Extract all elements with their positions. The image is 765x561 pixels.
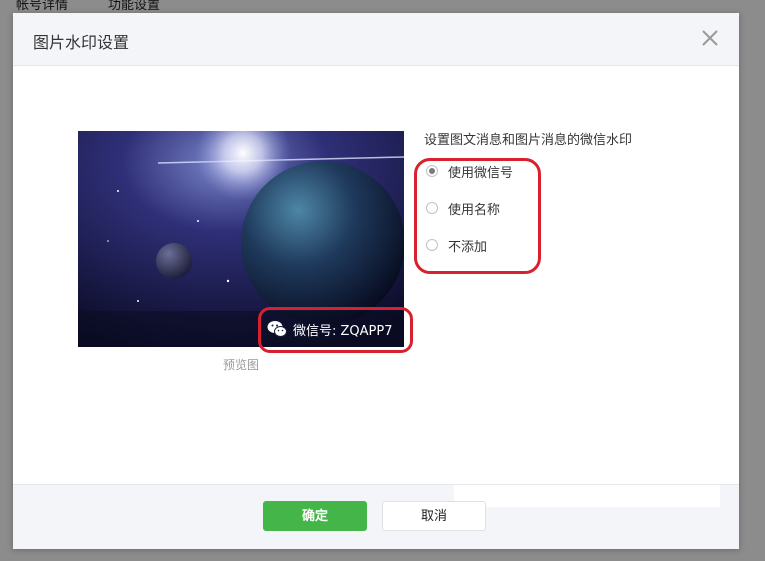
radio-label: 使用微信号 bbox=[448, 165, 514, 181]
wechat-icon bbox=[267, 320, 287, 338]
close-icon[interactable] bbox=[699, 27, 721, 49]
footer-patch bbox=[454, 485, 720, 507]
dialog-header: 图片水印设置 bbox=[13, 13, 739, 66]
radio-button[interactable] bbox=[426, 239, 438, 251]
preview-image bbox=[78, 131, 404, 347]
dialog-title: 图片水印设置 bbox=[33, 33, 130, 52]
radio-use-name[interactable]: 使用名称 bbox=[426, 198, 500, 218]
dialog-footer: 确定 取消 bbox=[13, 484, 739, 549]
radio-none[interactable]: 不添加 bbox=[426, 235, 487, 255]
preview-caption: 预览图 bbox=[222, 358, 259, 372]
radio-label: 使用名称 bbox=[448, 202, 501, 218]
watermark-settings-dialog: 图片水印设置 微信号: ZQAPP7 预览图 设置图文消息和图片消息的微信水印 … bbox=[13, 13, 739, 549]
confirm-button[interactable]: 确定 bbox=[263, 501, 367, 531]
cancel-button[interactable]: 取消 bbox=[382, 501, 486, 531]
radio-label: 不添加 bbox=[448, 239, 488, 255]
watermark-label: 微信号: ZQAPP7 bbox=[267, 316, 393, 342]
options-title: 设置图文消息和图片消息的微信水印 bbox=[424, 133, 633, 148]
radio-button[interactable] bbox=[426, 165, 438, 177]
radio-use-wechat-id[interactable]: 使用微信号 bbox=[426, 161, 513, 181]
watermark-text: 微信号: ZQAPP7 bbox=[293, 323, 393, 339]
radio-button[interactable] bbox=[426, 202, 438, 214]
